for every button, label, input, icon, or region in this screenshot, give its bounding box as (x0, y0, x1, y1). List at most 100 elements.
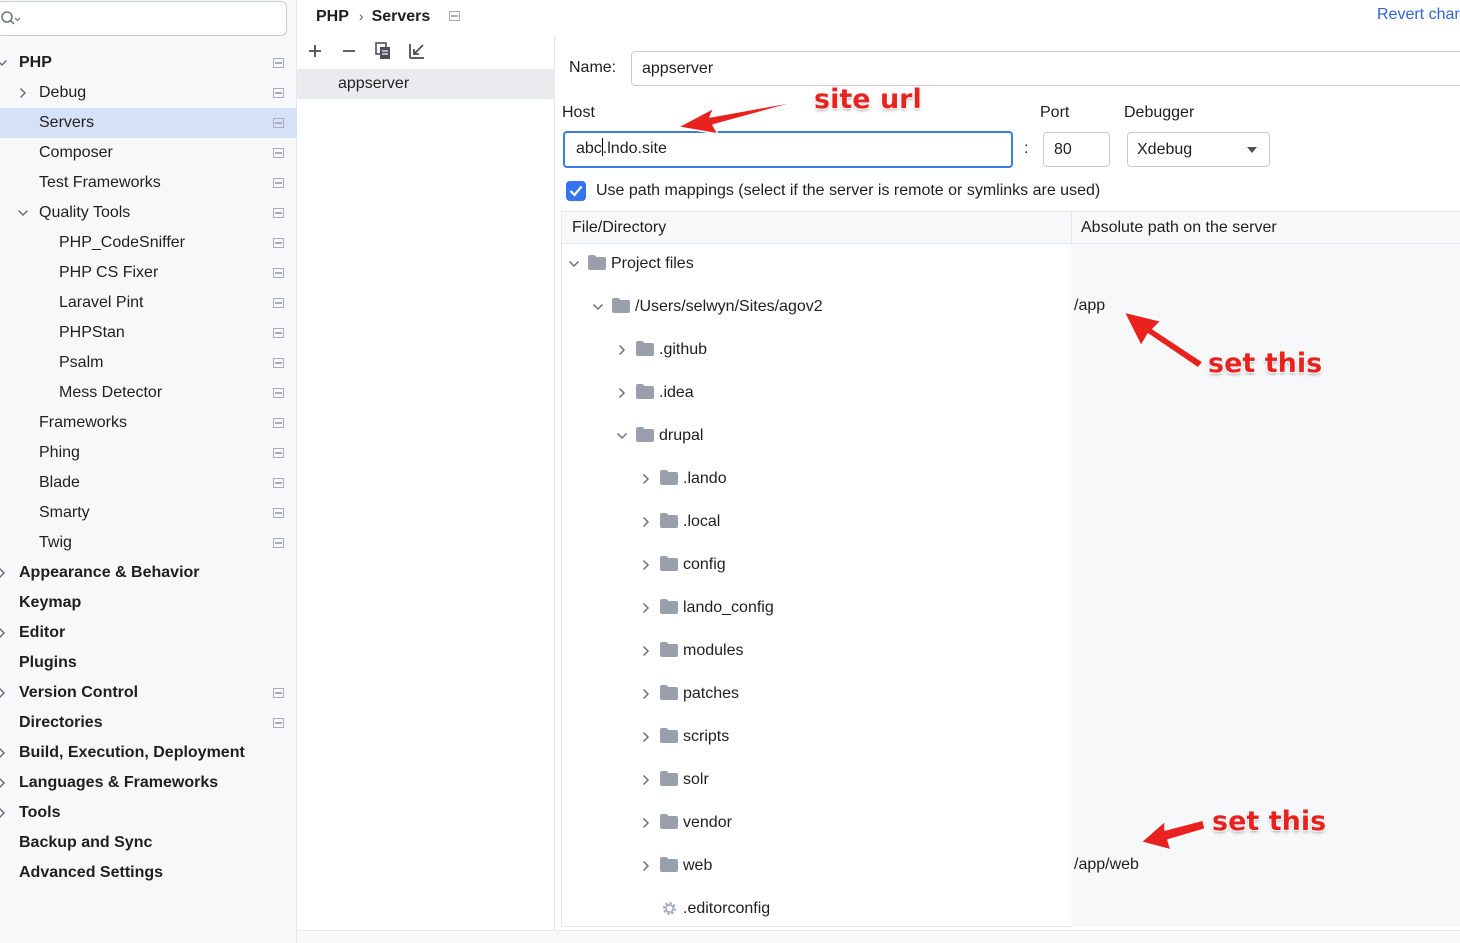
tree-row-modules[interactable]: modules (562, 636, 1071, 666)
column-header-server-path[interactable]: Absolute path on the server (1081, 212, 1277, 244)
chevron-right-icon[interactable] (640, 516, 652, 528)
sidebar-item-psalm[interactable]: Psalm (0, 348, 297, 378)
use-path-mappings-checkbox[interactable] (566, 181, 586, 201)
sidebar-item-blade[interactable]: Blade (0, 468, 297, 498)
chevron-right-icon[interactable] (0, 687, 8, 699)
tree-row-lando-config[interactable]: lando_config (562, 593, 1071, 623)
sidebar-item-languages-frameworks[interactable]: Languages & Frameworks (0, 768, 297, 798)
breadcrumb-parent[interactable]: PHP (316, 8, 349, 25)
sidebar-item-php[interactable]: PHP (0, 48, 297, 78)
remove-icon[interactable] (338, 40, 360, 62)
sidebar-item-tools[interactable]: Tools (0, 798, 297, 828)
sidebar-item-appearance-behavior[interactable]: Appearance & Behavior (0, 558, 297, 588)
tree-row-name: patches (683, 685, 740, 702)
sidebar-item-php-cs-fixer[interactable]: PHP CS Fixer (0, 258, 297, 288)
chevron-right-icon[interactable] (0, 807, 8, 819)
tree-row-github[interactable]: .github (562, 335, 1071, 365)
sidebar-item-twig[interactable]: Twig (0, 528, 297, 558)
sidebar-item-label: Tools (19, 804, 61, 821)
chevron-right-icon[interactable] (640, 645, 652, 657)
chevron-right-icon[interactable] (640, 602, 652, 614)
sidebar-item-mess-detector[interactable]: Mess Detector (0, 378, 297, 408)
debugger-dropdown[interactable]: Xdebug (1127, 132, 1270, 167)
sidebar-item-phpstan[interactable]: PHPStan (0, 318, 297, 348)
chevron-down-icon[interactable] (568, 258, 580, 270)
tree-row-lando[interactable]: .lando (562, 464, 1071, 494)
bottom-bar (297, 930, 1460, 943)
chevron-right-icon[interactable] (640, 559, 652, 571)
sidebar-item-build-execution-deployment[interactable]: Build, Execution, Deployment (0, 738, 297, 768)
column-divider[interactable] (1071, 212, 1072, 244)
sidebar-item-laravel-pint[interactable]: Laravel Pint (0, 288, 297, 318)
sidebar-item-test-frameworks[interactable]: Test Frameworks (0, 168, 297, 198)
tree-row-config[interactable]: config (562, 550, 1071, 580)
chevron-right-icon[interactable] (0, 627, 8, 639)
sidebar-item-label: Appearance & Behavior (19, 564, 200, 581)
tree-row-editorconfig[interactable]: .editorconfig (562, 894, 1071, 924)
sidebar-item-keymap[interactable]: Keymap (0, 588, 297, 618)
tree-row-name: /Users/selwyn/Sites/agov2 (635, 298, 823, 315)
sidebar-item-phing[interactable]: Phing (0, 438, 297, 468)
sidebar-item-directories[interactable]: Directories (0, 708, 297, 738)
server-path-cell[interactable]: /app (1074, 297, 1105, 315)
chevron-right-icon[interactable] (616, 344, 628, 356)
server-path-cell[interactable]: /app/web (1074, 856, 1139, 874)
chevron-right-icon[interactable] (640, 860, 652, 872)
checkmark-icon (569, 185, 583, 197)
sidebar-item-label: Twig (39, 534, 72, 551)
sidebar-item-plugins[interactable]: Plugins (0, 648, 297, 678)
tree-row-project-files[interactable]: Project files (562, 249, 1071, 279)
sidebar-item-label: Advanced Settings (19, 864, 164, 881)
settings-search-input[interactable] (0, 1, 287, 36)
tree-row-drupal[interactable]: drupal (562, 421, 1071, 451)
chevron-right-icon[interactable] (0, 777, 8, 789)
sidebar-item-quality-tools[interactable]: Quality Tools (0, 198, 297, 228)
tree-row-name: modules (683, 642, 744, 659)
chevron-right-icon[interactable] (640, 731, 652, 743)
sidebar-item-advanced-settings[interactable]: Advanced Settings (0, 858, 297, 888)
chevron-right-icon[interactable] (640, 774, 652, 786)
revert-changes-link[interactable]: Revert char (1377, 6, 1460, 24)
sidebar-item-editor[interactable]: Editor (0, 618, 297, 648)
chevron-right-icon[interactable] (640, 688, 652, 700)
import-icon[interactable] (406, 40, 428, 62)
tree-row-name: vendor (683, 814, 732, 831)
tree-row-users-selwyn-sites-agov2[interactable]: /Users/selwyn/Sites/agov2 (562, 292, 1071, 322)
chevron-down-icon[interactable] (0, 57, 8, 69)
chevron-right-icon[interactable] (640, 817, 652, 829)
sidebar-item-smarty[interactable]: Smarty (0, 498, 297, 528)
use-path-mappings-label[interactable]: Use path mappings (select if the server … (596, 182, 1100, 200)
chevron-down-icon[interactable] (592, 301, 604, 313)
chevron-right-icon[interactable] (0, 567, 8, 579)
port-field[interactable]: 80 (1043, 132, 1110, 167)
chevron-right-icon[interactable] (17, 87, 29, 99)
sidebar-item-servers[interactable]: Servers (0, 108, 297, 138)
sidebar-item-backup-and-sync[interactable]: Backup and Sync (0, 828, 297, 858)
tree-row-patches[interactable]: patches (562, 679, 1071, 709)
chevron-down-icon[interactable] (17, 207, 29, 219)
sidebar-item-frameworks[interactable]: Frameworks (0, 408, 297, 438)
chevron-right-icon[interactable] (0, 747, 8, 759)
server-name-field[interactable]: appserver (631, 51, 1460, 86)
sidebar-item-debug[interactable]: Debug (0, 78, 297, 108)
sidebar-item-composer[interactable]: Composer (0, 138, 297, 168)
tree-row-local[interactable]: .local (562, 507, 1071, 537)
add-icon[interactable] (304, 40, 326, 62)
tree-row-solr[interactable]: solr (562, 765, 1071, 795)
sidebar-item-php-codesniffer[interactable]: PHP_CodeSniffer (0, 228, 297, 258)
server-list-item[interactable]: appserver (297, 69, 555, 99)
breadcrumb-current: Servers (371, 8, 431, 25)
column-header-file[interactable]: File/Directory (572, 212, 666, 244)
tree-row-idea[interactable]: .idea (562, 378, 1071, 408)
tree-row-vendor[interactable]: vendor (562, 808, 1071, 838)
tree-row-name: Project files (611, 255, 694, 272)
chevron-down-icon[interactable] (616, 430, 628, 442)
tree-row-scripts[interactable]: scripts (562, 722, 1071, 752)
copy-icon[interactable] (372, 40, 394, 62)
sidebar-item-label: Smarty (39, 504, 90, 521)
chevron-right-icon[interactable] (640, 473, 652, 485)
chevron-right-icon[interactable] (616, 387, 628, 399)
tree-row-web[interactable]: web (562, 851, 1071, 881)
sidebar-item-version-control[interactable]: Version Control (0, 678, 297, 708)
sidebar-item-label: Backup and Sync (19, 834, 153, 851)
